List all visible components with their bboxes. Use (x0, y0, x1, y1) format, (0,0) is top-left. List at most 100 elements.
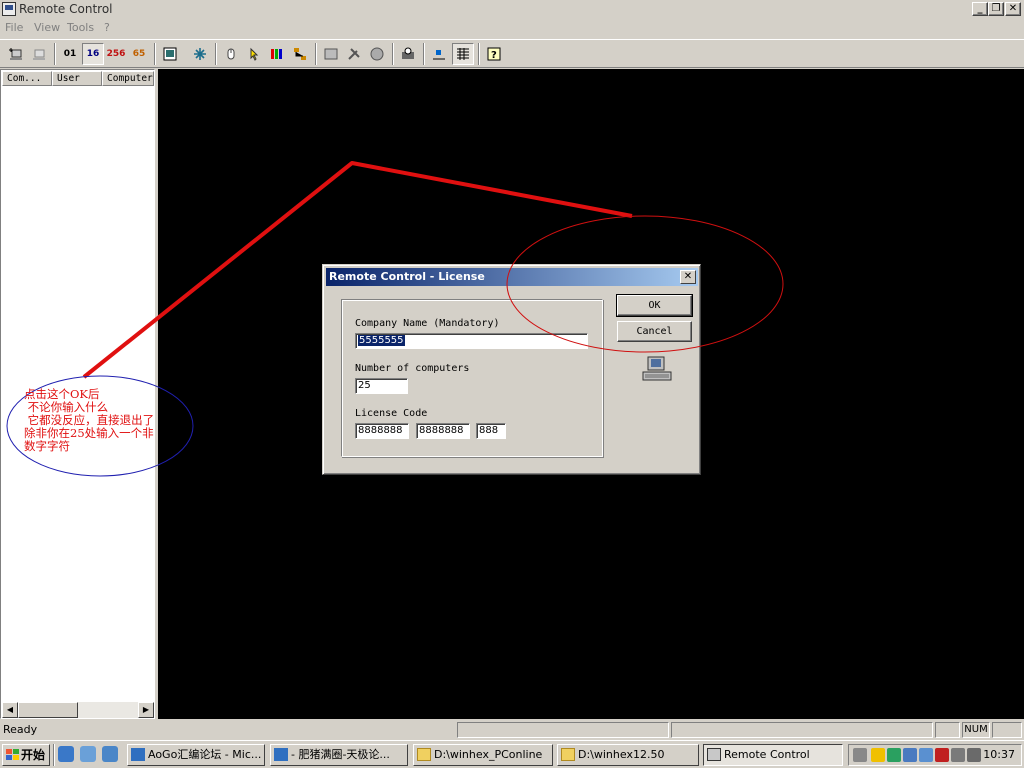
toolbar-separator (315, 43, 317, 65)
update-tray-icon[interactable] (919, 748, 933, 762)
license-code-field-2[interactable]: 8888888 (416, 423, 470, 439)
computer-icon (642, 356, 672, 381)
network-icon[interactable] (289, 43, 311, 65)
task-label: - 肥猪满圈-天极论... (291, 748, 390, 761)
keyboard-tray-icon[interactable] (853, 748, 867, 762)
task-winhex-folder[interactable]: D:\winhex12.50 (557, 744, 699, 766)
menu-view[interactable]: View (34, 21, 60, 35)
license-code-field-1[interactable]: 8888888 (355, 423, 409, 439)
browser-quicklaunch-icon[interactable] (58, 746, 74, 762)
task-label: D:\winhex_PConline (434, 748, 543, 761)
number-of-computers-label: Number of computers (355, 363, 470, 374)
scroll-left-button[interactable]: ◀ (2, 702, 18, 718)
network-tray-icon[interactable] (903, 748, 917, 762)
toolbar-separator (215, 43, 217, 65)
toolbar-separator (154, 43, 156, 65)
transfer-icon[interactable] (397, 43, 419, 65)
num-lock-indicator: NUM (962, 722, 990, 738)
dialog-title: Remote Control - License (329, 270, 485, 283)
column-computer[interactable]: Computer (102, 71, 154, 86)
windows-logo-icon (6, 749, 19, 760)
qq-tray-icon[interactable] (871, 748, 885, 762)
small-icons-icon[interactable] (428, 43, 450, 65)
toolbar-separator (423, 43, 425, 65)
tools-icon[interactable] (343, 43, 365, 65)
screen-icon[interactable] (159, 43, 181, 65)
menu-help[interactable]: ? (104, 21, 110, 35)
start-button[interactable]: 开始 (2, 744, 50, 766)
clock[interactable]: 10:37 (983, 748, 1015, 762)
annotation-note: 点击这个OK后 不论你输入什么 它都没反应，直接退出了 除非你在25处输入一个非… (24, 387, 155, 453)
close-button[interactable]: ✕ (1005, 2, 1021, 16)
color-bars-icon[interactable] (266, 43, 288, 65)
minimize-button[interactable]: _ (972, 2, 988, 16)
browser-icon (131, 748, 145, 761)
system-tray: 10:37 (848, 744, 1022, 766)
task-remote-control[interactable]: Remote Control (703, 744, 843, 766)
taskbar: 开始 AoGo汇编论坛 - Mic... - 肥猪满圈-天极论... D:\wi… (0, 740, 1024, 768)
toolbar-separator (54, 43, 56, 65)
title-bar: Remote Control _ ❐ ✕ (0, 0, 1024, 18)
cancel-button[interactable]: Cancel (617, 321, 692, 342)
status-text: Ready (3, 723, 38, 736)
explorer-quicklaunch-icon[interactable] (102, 746, 118, 762)
remote-control-icon (707, 748, 721, 761)
media-quicklaunch-icon[interactable] (80, 746, 96, 762)
horizontal-scrollbar[interactable]: ◀ ▶ (2, 702, 154, 718)
remove-computer-icon[interactable] (28, 43, 50, 65)
status-panel (457, 722, 669, 738)
color-2-button[interactable]: 01 (59, 43, 81, 65)
folder-icon (417, 748, 431, 761)
status-panel (671, 722, 933, 738)
menu-tools[interactable]: Tools (67, 21, 94, 35)
details-view-icon[interactable] (452, 43, 474, 65)
column-computer-short[interactable]: Com... (2, 71, 52, 86)
antivirus-tray-icon[interactable] (935, 748, 949, 762)
color-65k-button[interactable]: 65 (128, 43, 150, 65)
company-name-value: 5555555 (358, 335, 405, 346)
task-aogo-forum[interactable]: AoGo汇编论坛 - Mic... (127, 744, 265, 766)
task-tianji-forum[interactable]: - 肥猪满圈-天极论... (270, 744, 408, 766)
ok-button[interactable]: OK (616, 294, 693, 317)
start-label: 开始 (21, 748, 46, 762)
misc-tray-icon[interactable] (951, 748, 965, 762)
number-of-computers-field[interactable]: 25 (355, 378, 408, 394)
toolbar-separator (392, 43, 394, 65)
license-groupbox: Company Name (Mandatory) 5555555 Number … (341, 299, 603, 457)
dialog-title-bar[interactable]: Remote Control - License ✕ (326, 268, 698, 286)
security-tray-icon[interactable] (887, 748, 901, 762)
pointer-icon[interactable] (243, 43, 265, 65)
restore-button[interactable]: ❐ (988, 2, 1004, 16)
svg-text:?: ? (491, 50, 497, 61)
task-label: Remote Control (724, 748, 810, 761)
task-label: D:\winhex12.50 (578, 748, 665, 761)
window-icon[interactable] (320, 43, 342, 65)
dialog-close-button[interactable]: ✕ (680, 270, 696, 284)
mouse-icon[interactable] (220, 43, 242, 65)
browser-icon (274, 748, 288, 761)
license-code-label: License Code (355, 408, 428, 419)
list-header: Com... User Computer (2, 71, 154, 86)
stop-icon[interactable] (366, 43, 388, 65)
status-panel (992, 722, 1022, 738)
help-icon[interactable]: ? (483, 43, 505, 65)
scroll-right-button[interactable]: ▶ (138, 702, 154, 718)
task-winhex-pconline-folder[interactable]: D:\winhex_PConline (413, 744, 553, 766)
add-computer-icon[interactable] (5, 43, 27, 65)
color-16-button[interactable]: 16 (82, 43, 104, 65)
license-code-field-3[interactable]: 888 (476, 423, 506, 439)
task-label: AoGo汇编论坛 - Mic... (148, 748, 262, 761)
company-name-field[interactable]: 5555555 (355, 333, 588, 349)
company-name-label: Company Name (Mandatory) (355, 318, 500, 329)
remote-control-app-icon[interactable] (2, 2, 16, 16)
column-user[interactable]: User (52, 71, 102, 86)
volume-tray-icon[interactable] (967, 748, 981, 762)
menu-file[interactable]: File (5, 21, 23, 35)
snowflake-icon[interactable] (189, 43, 211, 65)
license-dialog: Remote Control - License ✕ Company Name … (322, 264, 701, 475)
scroll-thumb[interactable] (18, 702, 78, 718)
color-256-button[interactable]: 256 (105, 43, 127, 65)
taskbar-separator (53, 744, 55, 766)
status-panel (935, 722, 960, 738)
toolbar-separator (478, 43, 480, 65)
